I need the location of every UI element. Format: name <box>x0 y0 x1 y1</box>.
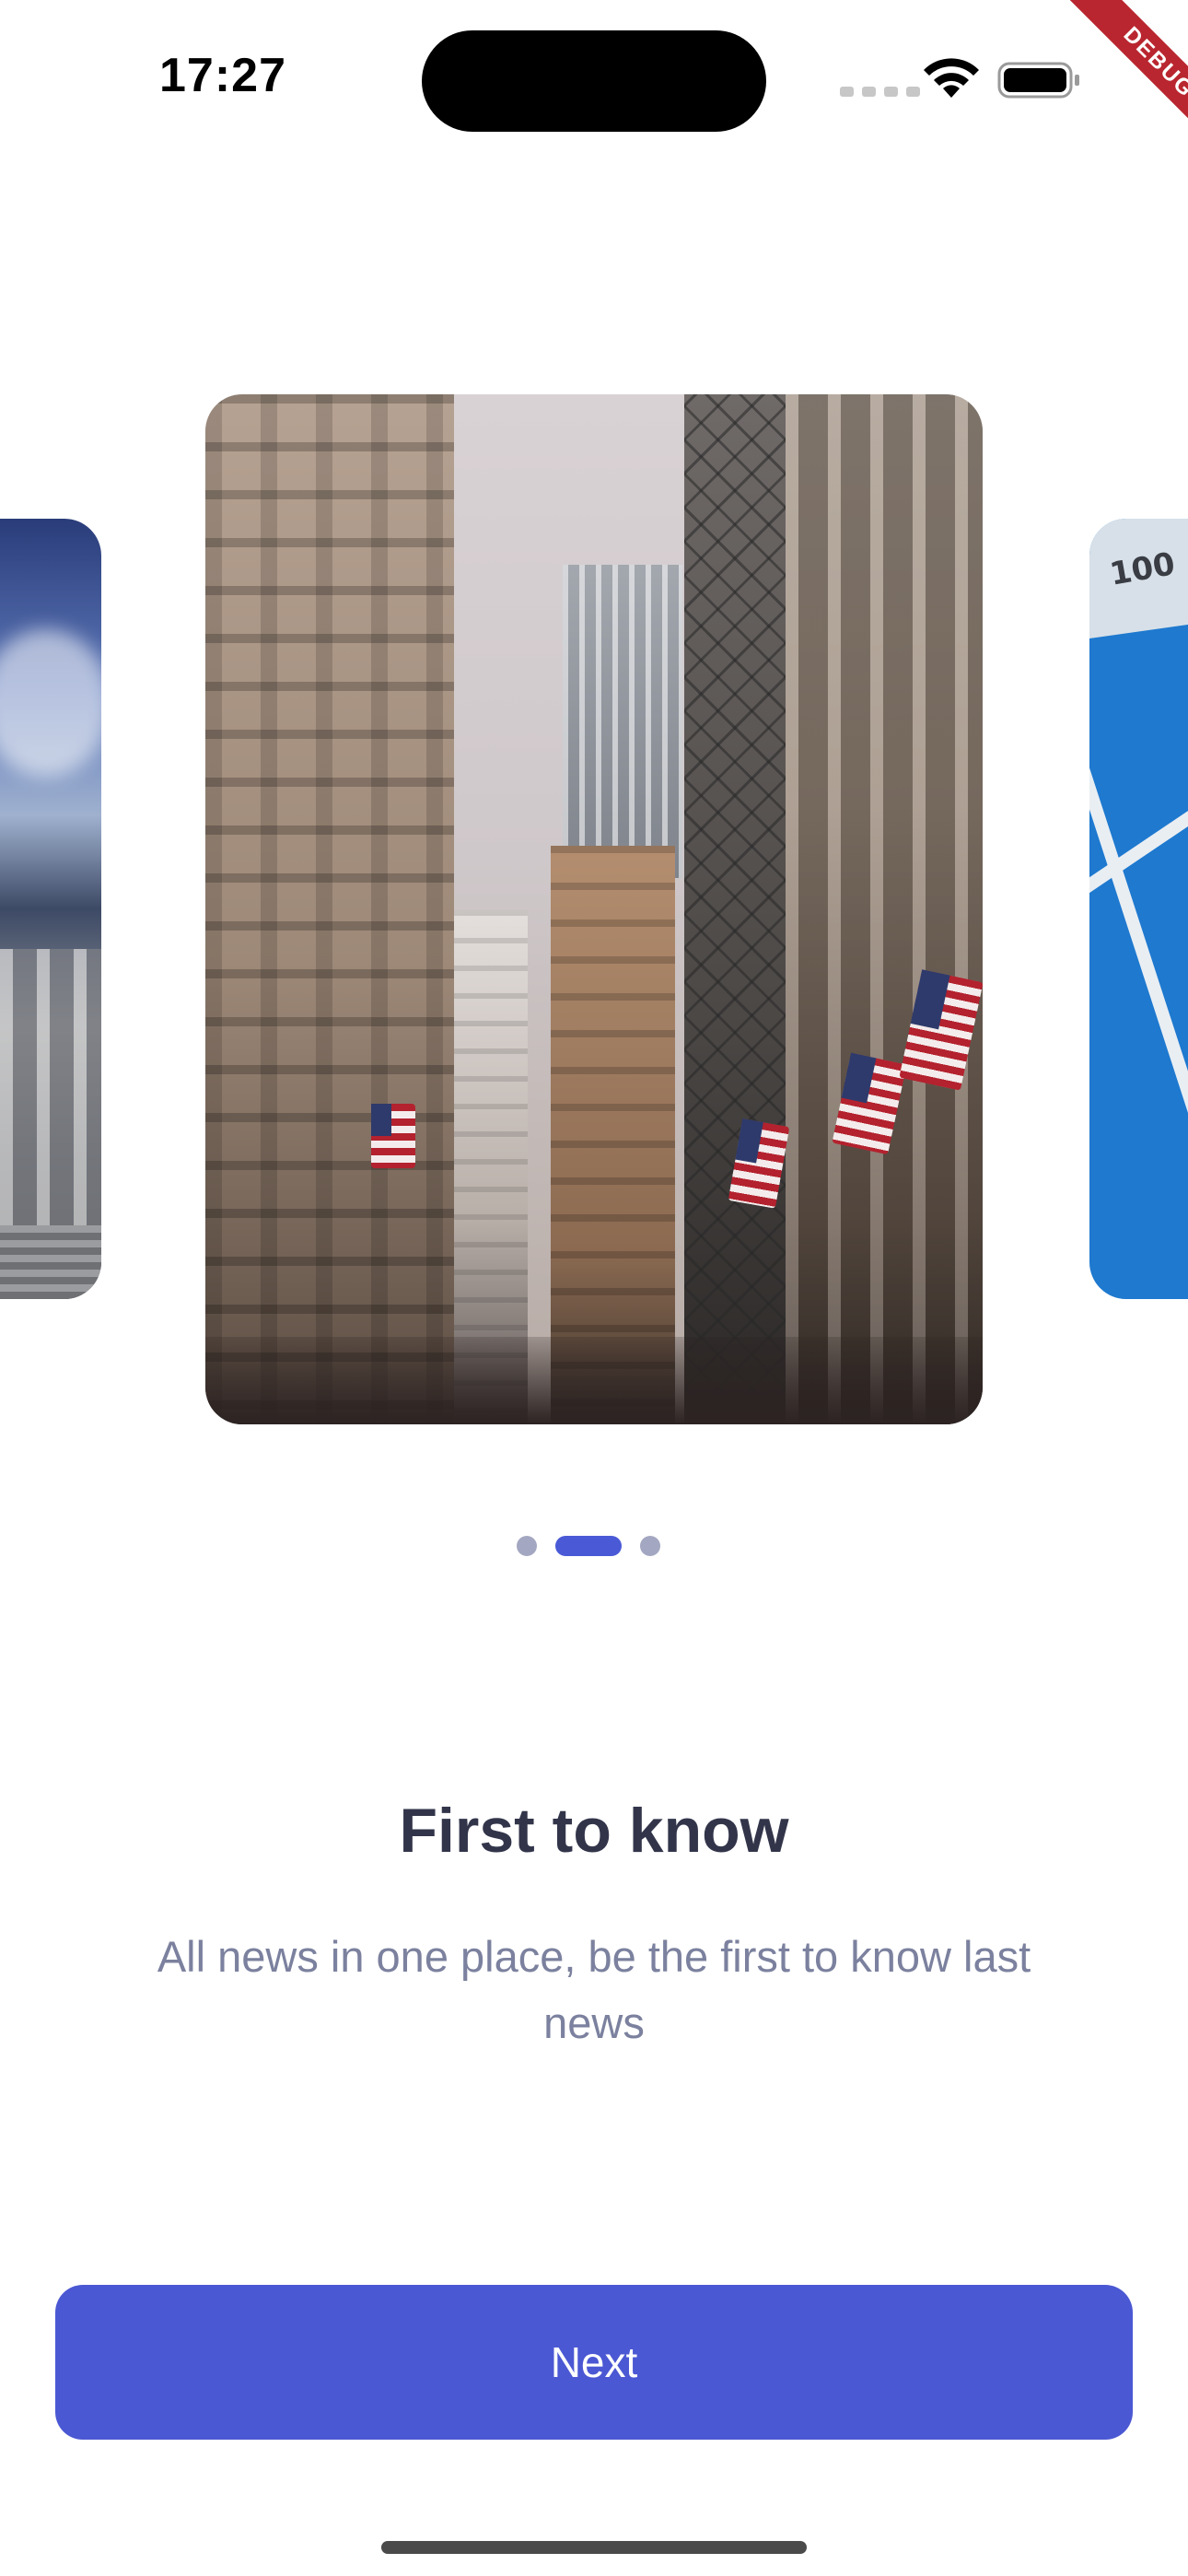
onboarding-title: First to know <box>399 1796 789 1866</box>
next-button[interactable]: Next <box>55 2285 1133 2440</box>
wifi-icon <box>924 58 979 98</box>
page-dot[interactable] <box>517 1536 537 1556</box>
page-dot-active[interactable] <box>555 1536 622 1556</box>
onboarding-description: All news in one place, be the first to k… <box>157 1932 1031 2047</box>
debug-banner: DEBUG <box>1004 0 1188 184</box>
flag-icon <box>371 1104 415 1168</box>
debug-banner-label: DEBUG <box>1047 0 1188 174</box>
dynamic-island <box>422 30 766 132</box>
page-dot[interactable] <box>640 1536 660 1556</box>
carousel-card-previous[interactable] <box>0 519 101 1299</box>
carousel-card-next[interactable]: 100 <box>1089 519 1188 1299</box>
carousel-card-current[interactable] <box>205 394 983 1424</box>
page-indicator <box>517 1536 660 1556</box>
status-time: 17:27 <box>159 49 286 102</box>
cellular-signal-icon <box>840 87 920 97</box>
home-indicator[interactable] <box>381 2541 807 2554</box>
